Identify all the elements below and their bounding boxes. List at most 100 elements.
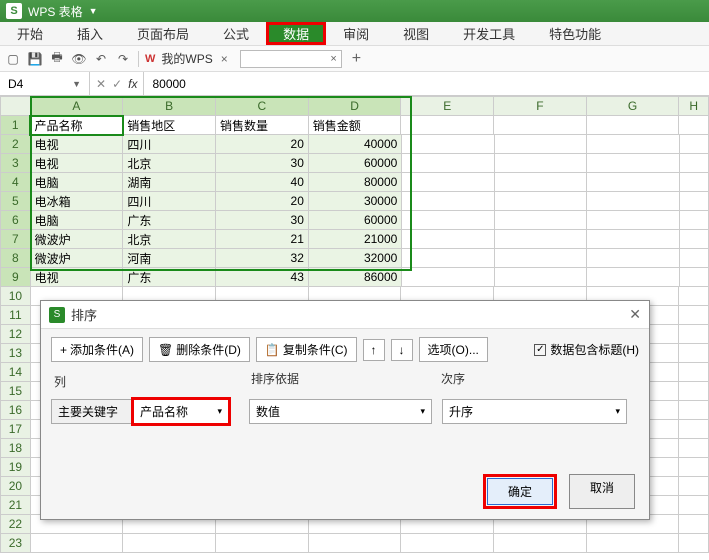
row-header[interactable]: 21	[1, 496, 31, 515]
col-header-D[interactable]: D	[308, 97, 401, 116]
main-key-select[interactable]: 产品名称▾	[131, 397, 231, 426]
cell[interactable]: 86000	[308, 268, 401, 287]
row-header[interactable]: 12	[1, 325, 31, 344]
cell[interactable]: 四川	[123, 192, 216, 211]
cell[interactable]	[587, 268, 679, 287]
cell[interactable]	[494, 154, 586, 173]
cell[interactable]	[679, 268, 708, 287]
delete-condition-button[interactable]: 🗑删除条件(D)	[149, 337, 250, 362]
cell[interactable]: 20	[216, 135, 309, 154]
menu-insert[interactable]: 插入	[60, 22, 120, 45]
cell[interactable]	[679, 135, 708, 154]
cell[interactable]: 80000	[308, 173, 401, 192]
menu-review[interactable]: 审阅	[326, 22, 386, 45]
col-header-C[interactable]: C	[216, 97, 309, 116]
app-dropdown-icon[interactable]: ▼	[89, 6, 98, 16]
cell[interactable]	[679, 116, 709, 135]
grid-data[interactable]: 2电视四川20400003电视北京30600004电脑湖南40800005电冰箱…	[0, 134, 709, 287]
cell[interactable]	[123, 534, 216, 553]
cell[interactable]: 电视	[30, 135, 123, 154]
wps-my-label[interactable]: 我的WPS	[161, 50, 212, 67]
cell[interactable]: 32	[216, 249, 309, 268]
menu-features[interactable]: 特色功能	[532, 22, 618, 45]
dialog-close-button[interactable]: ✕	[629, 306, 641, 323]
row-header[interactable]: 1	[1, 116, 31, 135]
undo-icon[interactable]: ↶	[92, 50, 110, 68]
cell[interactable]: 微波炉	[30, 230, 123, 249]
row-header[interactable]: 15	[1, 382, 31, 401]
cell[interactable]	[402, 192, 494, 211]
row-header[interactable]: 9	[1, 268, 31, 287]
cell[interactable]: 30	[216, 211, 309, 230]
cell[interactable]	[494, 268, 586, 287]
row-header[interactable]: 2	[1, 135, 31, 154]
cell[interactable]	[402, 154, 494, 173]
cell[interactable]: 21000	[308, 230, 401, 249]
cell[interactable]: 北京	[123, 154, 216, 173]
cell[interactable]: 广东	[123, 211, 216, 230]
cell[interactable]	[587, 192, 679, 211]
cell[interactable]	[679, 211, 708, 230]
select-all-corner[interactable]	[1, 97, 31, 116]
menu-dev[interactable]: 开发工具	[446, 22, 532, 45]
cell[interactable]	[679, 363, 709, 382]
col-header-H[interactable]: H	[679, 97, 709, 116]
cell[interactable]: 广东	[123, 268, 216, 287]
cancel-button[interactable]: 取消	[569, 474, 635, 509]
redo-icon[interactable]: ↷	[114, 50, 132, 68]
wps-close-icon[interactable]: ×	[221, 52, 228, 66]
cell[interactable]	[401, 116, 494, 135]
row-header[interactable]: 7	[1, 230, 31, 249]
row-header[interactable]: 13	[1, 344, 31, 363]
grid-table[interactable]: A B C D E F G H 1 产品名称 销售地区 销售数量 销售金额	[0, 96, 709, 135]
fx-icon[interactable]: fx	[128, 77, 137, 91]
move-up-button[interactable]: ↑	[363, 339, 385, 361]
row-header[interactable]: 6	[1, 211, 31, 230]
cell[interactable]	[308, 534, 401, 553]
cell[interactable]	[402, 211, 494, 230]
col-header-B[interactable]: B	[123, 97, 216, 116]
col-header-A[interactable]: A	[30, 97, 123, 116]
cell[interactable]	[679, 306, 709, 325]
row-header[interactable]: 20	[1, 477, 31, 496]
cell[interactable]: 30	[216, 154, 309, 173]
cell[interactable]	[494, 135, 586, 154]
row-header[interactable]: 8	[1, 249, 31, 268]
menu-view[interactable]: 视图	[386, 22, 446, 45]
cell[interactable]	[494, 230, 586, 249]
cell[interactable]: 四川	[123, 135, 216, 154]
cell[interactable]	[679, 192, 708, 211]
cell[interactable]: 40	[216, 173, 309, 192]
cell[interactable]	[586, 534, 679, 553]
cell[interactable]	[494, 534, 587, 553]
row-header[interactable]: 16	[1, 401, 31, 420]
cell[interactable]: 20	[216, 192, 309, 211]
cell[interactable]: 60000	[308, 154, 401, 173]
menu-data[interactable]: 数据	[266, 22, 326, 45]
cell[interactable]: 30000	[308, 192, 401, 211]
cell[interactable]	[494, 192, 586, 211]
cell[interactable]	[401, 534, 494, 553]
copy-condition-button[interactable]: 📋复制条件(C)	[256, 337, 357, 362]
row-header[interactable]: 10	[1, 287, 31, 306]
has-header-checkbox[interactable]: ✓ 数据包含标题(H)	[534, 341, 639, 358]
cell[interactable]	[30, 534, 123, 553]
tab-close-icon[interactable]: ×	[330, 53, 336, 65]
menu-formula[interactable]: 公式	[206, 22, 266, 45]
cell[interactable]	[587, 249, 679, 268]
row-header[interactable]: 19	[1, 458, 31, 477]
cell[interactable]: 销售金额	[308, 116, 401, 135]
cell[interactable]: 湖南	[123, 173, 216, 192]
document-tab[interactable]: ×	[240, 50, 342, 68]
cell[interactable]	[494, 116, 587, 135]
cell[interactable]	[679, 458, 709, 477]
cell[interactable]	[679, 515, 709, 534]
new-icon[interactable]: ▢	[4, 50, 22, 68]
row-header[interactable]: 18	[1, 439, 31, 458]
cell[interactable]	[679, 154, 708, 173]
cell[interactable]	[216, 534, 309, 553]
cell[interactable]	[679, 287, 709, 306]
accept-formula-icon[interactable]: ✓	[112, 77, 122, 91]
order-select[interactable]: 升序▾	[442, 399, 627, 424]
cell[interactable]	[679, 344, 709, 363]
